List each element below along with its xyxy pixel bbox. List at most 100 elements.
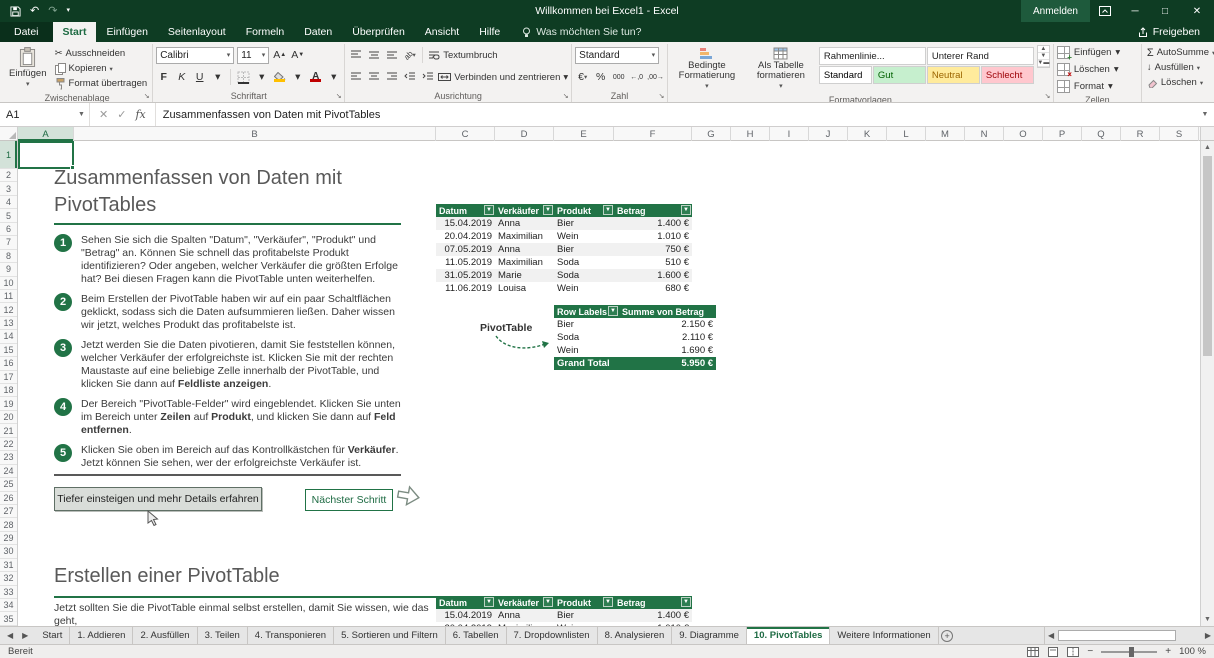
column-header-h[interactable]: H <box>731 127 770 141</box>
formula-input[interactable]: Zusammenfassen von Daten mit PivotTables <box>156 103 1196 126</box>
undo-icon[interactable]: ↶ <box>30 0 39 22</box>
new-sheet-button[interactable]: + <box>939 627 956 644</box>
row-header-12[interactable]: 12 <box>0 303 17 316</box>
row-header-32[interactable]: 32 <box>0 572 17 585</box>
filter-dropdown-icon[interactable]: ▼ <box>543 205 553 215</box>
styles-dialog-launcher-icon[interactable]: ↘ <box>1043 92 1052 101</box>
align-middle-icon[interactable] <box>366 47 381 63</box>
ribbon-tab-ansicht[interactable]: Ansicht <box>415 22 469 42</box>
gallery-down-icon[interactable]: ▼ <box>1038 53 1049 60</box>
filter-dropdown-icon[interactable]: ▼ <box>603 205 613 215</box>
chevron-down-icon[interactable]: ▾ <box>254 69 269 85</box>
sheet-tab-4-transponieren[interactable]: 4. Transponieren <box>248 627 334 644</box>
filter-dropdown-icon[interactable]: ▼ <box>681 205 691 215</box>
number-format-select[interactable]: Standard▾ <box>575 47 659 64</box>
column-header-l[interactable]: L <box>887 127 926 141</box>
row-header-19[interactable]: 19 <box>0 397 17 410</box>
sheet-tab-7-dropdownlisten[interactable]: 7. Dropdownlisten <box>507 627 598 644</box>
align-bottom-icon[interactable] <box>384 47 399 63</box>
row-header-28[interactable]: 28 <box>0 518 17 531</box>
row-header-11[interactable]: 11 <box>0 290 17 303</box>
sheet-tab-3-teilen[interactable]: 3. Teilen <box>198 627 248 644</box>
format-as-table-button[interactable]: Als Tabelle formatieren ▾ <box>745 45 817 94</box>
row-header-17[interactable]: 17 <box>0 371 17 384</box>
column-header-s[interactable]: S <box>1160 127 1199 141</box>
row-header-30[interactable]: 30 <box>0 545 17 558</box>
comma-style-button[interactable]: 000 <box>611 69 626 85</box>
row-header-14[interactable]: 14 <box>0 330 17 343</box>
font-name-select[interactable]: Calibri▾ <box>156 47 234 64</box>
tell-me[interactable]: Was möchten Sie tun? <box>510 22 653 42</box>
gallery-up-icon[interactable]: ▲ <box>1038 46 1049 53</box>
sheet-tab-1-addieren[interactable]: 1. Addieren <box>70 627 133 644</box>
ribbon-tab-start[interactable]: Start <box>53 22 97 42</box>
cop y-button[interactable]: Kopieren▾ <box>53 61 150 76</box>
column-header-r[interactable]: R <box>1121 127 1160 141</box>
underline-button[interactable]: U <box>192 69 207 85</box>
horizontal-scrollbar[interactable]: ◀ ▶ <box>1044 627 1214 644</box>
filter-dropdown-icon[interactable]: ▼ <box>484 597 494 607</box>
sheet-cells[interactable]: Zusammenfassen von Daten mit PivotTables… <box>18 141 1200 626</box>
increase-indent-icon[interactable] <box>420 69 435 85</box>
row-header-3[interactable]: 3 <box>0 182 17 195</box>
row-header-29[interactable]: 29 <box>0 532 17 545</box>
align-top-icon[interactable] <box>348 47 363 63</box>
accounting-format-button[interactable]: €▾ <box>575 69 590 85</box>
column-header-k[interactable]: K <box>848 127 887 141</box>
column-header-g[interactable]: G <box>692 127 731 141</box>
vertical-scrollbar[interactable]: ▲ ▼ <box>1200 141 1214 626</box>
ribbon-tab-daten[interactable]: Daten <box>294 22 342 42</box>
table-header-verkäufer[interactable]: Verkäufer▼ <box>495 204 554 217</box>
expand-formula-bar-icon[interactable]: ▼ <box>1196 103 1214 126</box>
cancel-icon[interactable]: ✕ <box>99 108 108 121</box>
italic-button[interactable]: K <box>174 69 189 85</box>
paste-button[interactable]: Einfügen ▾ <box>5 45 51 92</box>
sheet-tab-2-ausfüllen[interactable]: 2. Ausfüllen <box>133 627 197 644</box>
row-header-26[interactable]: 26 <box>0 492 17 505</box>
decrease-font-size-button[interactable]: A▼ <box>290 47 305 63</box>
cell-style-standard[interactable]: Standard <box>819 66 872 84</box>
close-button[interactable]: ✕ <box>1180 0 1214 22</box>
row-header-33[interactable]: 33 <box>0 586 17 599</box>
font-dialog-launcher-icon[interactable]: ↘ <box>334 92 343 101</box>
autosum-button[interactable]: ΣAutoSumme▾ <box>1145 45 1214 60</box>
row-header-27[interactable]: 27 <box>0 505 17 518</box>
column-header-j[interactable]: J <box>809 127 848 141</box>
horizontal-scroll-thumb[interactable] <box>1058 630 1176 641</box>
table-header-verkäufer[interactable]: Verkäufer▼ <box>495 596 554 609</box>
column-header-b[interactable]: B <box>74 127 436 141</box>
filter-dropdown-icon[interactable]: ▼ <box>681 597 691 607</box>
row-header-24[interactable]: 24 <box>0 465 17 478</box>
row-header-34[interactable]: 34 <box>0 599 17 612</box>
sheet-tab-5-sortieren-und-filtern[interactable]: 5. Sortieren und Filtern <box>334 627 446 644</box>
column-header-n[interactable]: N <box>965 127 1004 141</box>
format-cells-button[interactable]: Format▾ <box>1057 79 1113 94</box>
row-header-6[interactable]: 6 <box>0 223 17 236</box>
zoom-out-button[interactable]: − <box>1087 646 1093 657</box>
name-box-dropdown-icon[interactable]: ▼ <box>74 103 90 126</box>
clear-button[interactable]: Löschen▾ <box>1145 75 1214 90</box>
sheet-nav-prev-icon[interactable]: ◀ <box>7 631 13 640</box>
filter-dropdown-icon[interactable]: ▼ <box>603 597 613 607</box>
enter-icon[interactable]: ✓ <box>117 108 126 121</box>
align-center-icon[interactable] <box>366 69 381 85</box>
table-header-produkt[interactable]: Produkt▼ <box>554 596 614 609</box>
decrease-indent-icon[interactable] <box>402 69 417 85</box>
column-header-i[interactable]: I <box>770 127 809 141</box>
row-header-7[interactable]: 7 <box>0 236 17 249</box>
normal-view-icon[interactable] <box>1027 647 1039 657</box>
row-header-13[interactable]: 13 <box>0 317 17 330</box>
filter-dropdown-icon[interactable]: ▼ <box>608 306 618 316</box>
vertical-scroll-thumb[interactable] <box>1203 156 1212 356</box>
select-all-corner[interactable] <box>0 127 18 140</box>
cell-style-rahmenlinie[interactable]: Rahmenlinie... <box>819 47 926 65</box>
redo-icon[interactable]: ↷ <box>48 0 57 22</box>
column-header-e[interactable]: E <box>554 127 614 141</box>
table-header-datum[interactable]: Datum▼ <box>436 596 495 609</box>
ribbon-display-options-button[interactable] <box>1090 0 1120 22</box>
row-header-4[interactable]: 4 <box>0 196 17 209</box>
zoom-level[interactable]: 100 % <box>1179 646 1206 657</box>
zoom-in-button[interactable]: + <box>1165 646 1171 657</box>
cell-style-neutral[interactable]: Neutral <box>927 66 980 84</box>
delete-cells-button[interactable]: ×Löschen▾ <box>1057 62 1119 77</box>
